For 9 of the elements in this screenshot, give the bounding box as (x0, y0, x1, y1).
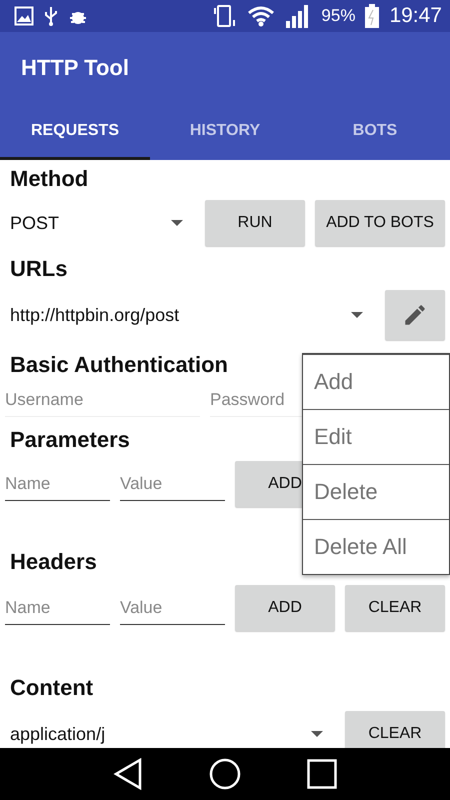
section-heading: URLs (10, 256, 68, 282)
section-heading: Basic Authentication (10, 352, 228, 378)
clock-time: 19:47 (389, 4, 442, 28)
app-title: HTTP Tool (20, 54, 130, 82)
section-heading: Parameters (10, 427, 130, 453)
battery-percent: 95% (321, 6, 356, 26)
section-heading: Content (10, 675, 94, 701)
section-heading: Headers (10, 549, 97, 575)
section-heading: Method (10, 166, 88, 192)
